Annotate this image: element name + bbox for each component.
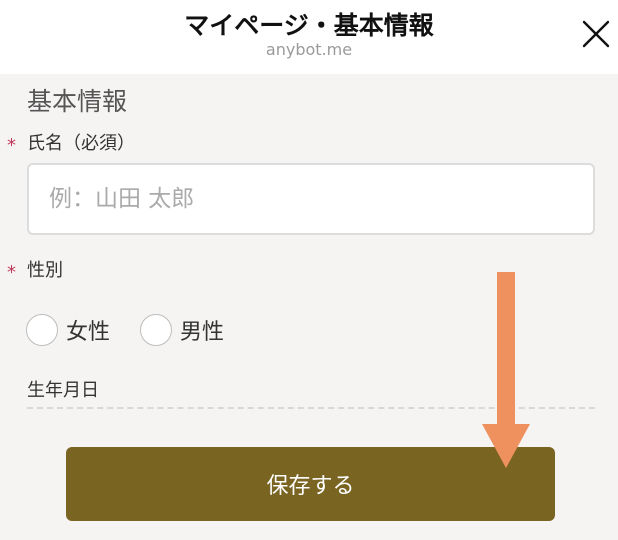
radio-circle[interactable]	[26, 314, 58, 346]
name-input[interactable]	[27, 163, 595, 235]
radio-label-female: 女性	[66, 320, 111, 345]
down-arrow-annotation	[482, 272, 530, 468]
close-button[interactable]	[580, 18, 612, 50]
required-mark: *	[7, 262, 16, 283]
dob-input-line[interactable]	[27, 407, 595, 409]
page-title: マイページ・基本情報	[184, 11, 434, 40]
header: マイページ・基本情報 anybot.me	[0, 0, 618, 74]
radio-circle[interactable]	[140, 314, 172, 346]
name-label: 氏名（必須）	[27, 133, 135, 154]
dob-label: 生年月日	[27, 380, 99, 401]
page-url: anybot.me	[265, 40, 353, 59]
gender-option-male[interactable]: 男性	[140, 313, 224, 347]
section-title: 基本情報	[27, 87, 128, 116]
required-mark: *	[7, 135, 16, 156]
gender-label: 性別	[27, 260, 63, 281]
gender-option-female[interactable]: 女性	[26, 313, 110, 347]
close-icon	[582, 20, 610, 48]
save-button[interactable]: 保存する	[66, 447, 555, 521]
radio-label-male: 男性	[180, 320, 225, 345]
